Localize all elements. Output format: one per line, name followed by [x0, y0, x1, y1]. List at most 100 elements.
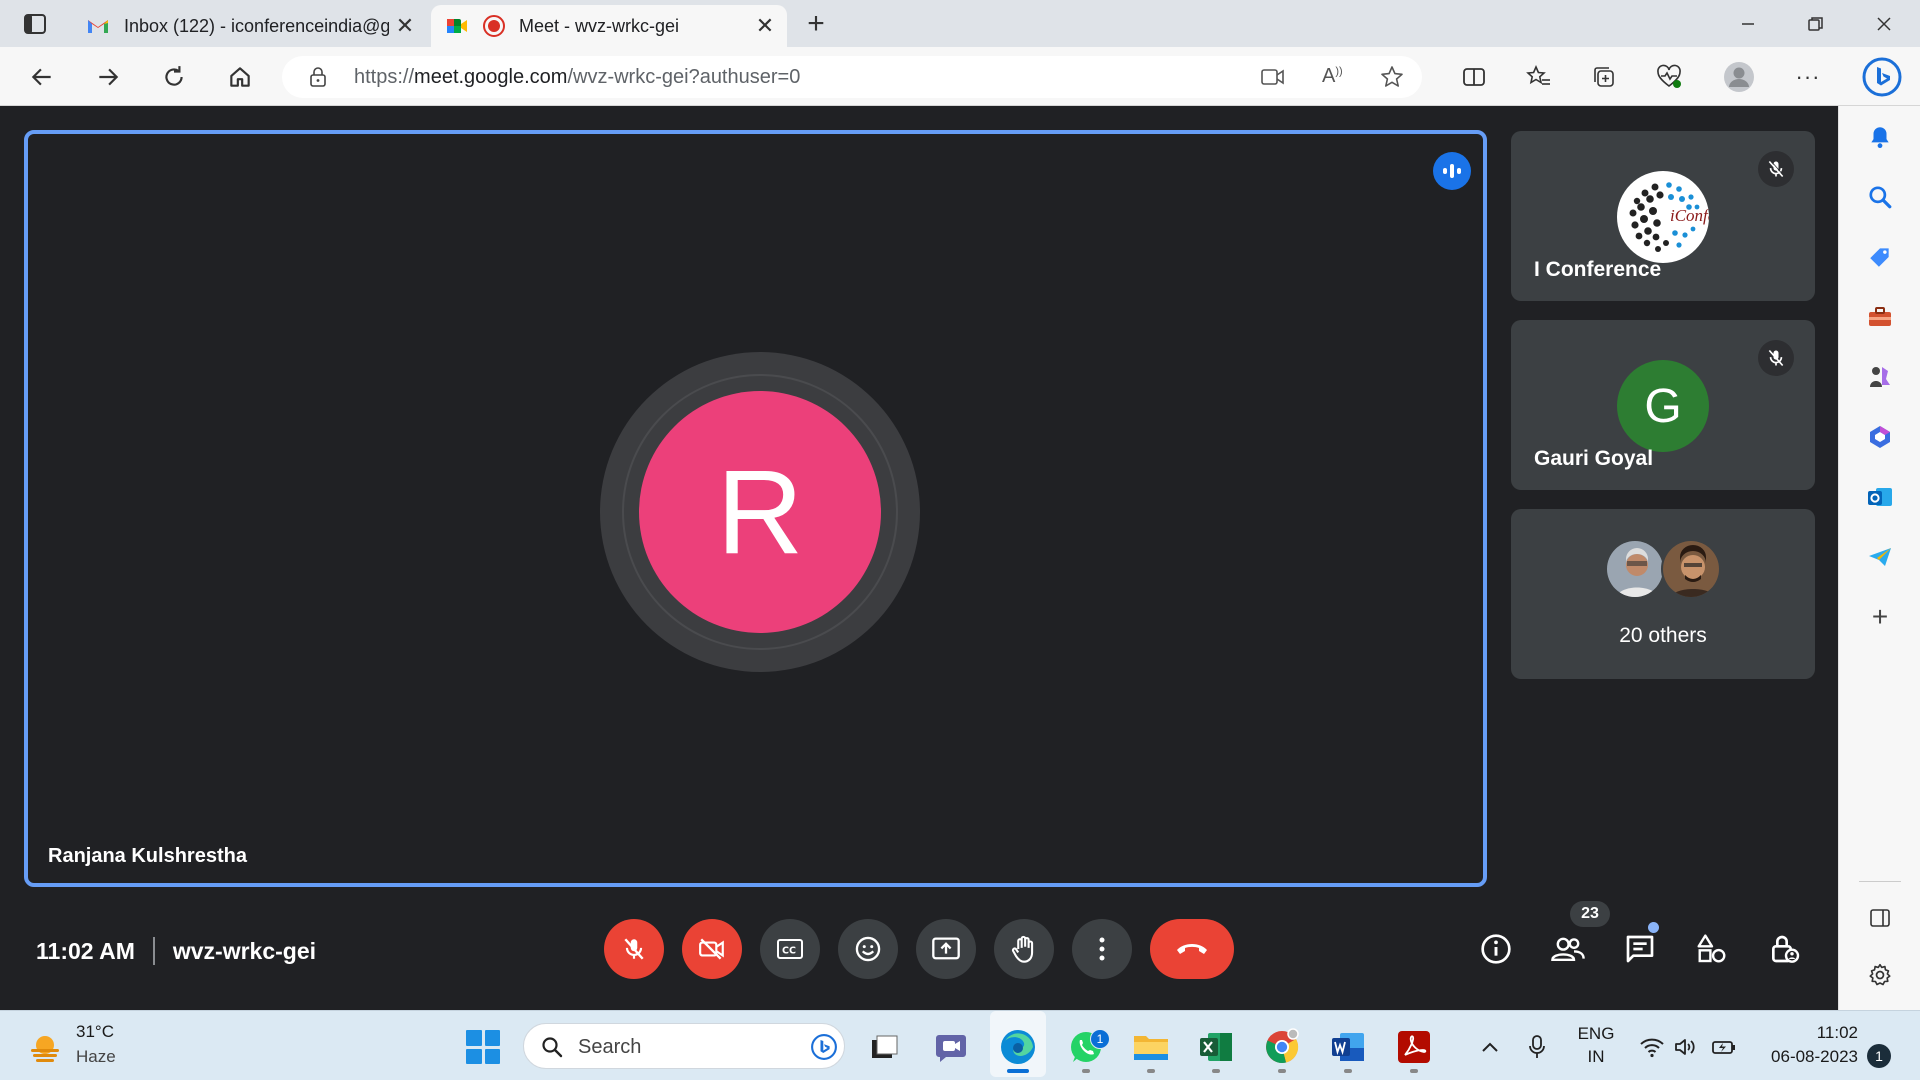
participant-name: Gauri Goyal: [1534, 447, 1654, 470]
participant-photo: [1661, 539, 1721, 599]
task-view-icon[interactable]: [864, 1027, 904, 1067]
outlook-icon[interactable]: [1863, 480, 1897, 514]
logo-text: iConfer: [1670, 206, 1709, 225]
microphone-toggle-button[interactable]: [604, 919, 664, 979]
excel-icon[interactable]: [1196, 1027, 1236, 1067]
more-options-button[interactable]: [1072, 919, 1132, 979]
tools-icon[interactable]: [1863, 300, 1897, 334]
more-options-icon[interactable]: ···: [1791, 60, 1825, 94]
reload-icon[interactable]: [157, 60, 191, 94]
favorites-icon[interactable]: [1522, 60, 1556, 94]
participant-photo: [1605, 539, 1665, 599]
edge-browser-icon[interactable]: [998, 1027, 1038, 1067]
taskbar-search[interactable]: Search: [523, 1023, 845, 1069]
tab-title: Inbox (122) - iconferenceindia@g: [124, 15, 389, 36]
tab-title: Meet - wvz-wrkc-gei: [519, 15, 680, 36]
language-indicator[interactable]: ENG: [1576, 1024, 1616, 1044]
browser-essentials-icon[interactable]: [1652, 60, 1686, 94]
close-tab-icon[interactable]: ✕: [749, 10, 781, 42]
participant-avatar: R: [639, 391, 881, 633]
weather-description[interactable]: Haze: [76, 1047, 116, 1067]
running-indicator: [1212, 1069, 1220, 1073]
microphone-icon[interactable]: [1520, 1027, 1554, 1067]
others-tile[interactable]: 20 others: [1511, 509, 1815, 679]
microsoft-365-icon[interactable]: [1863, 420, 1897, 454]
muted-mic-icon: [1758, 340, 1794, 376]
meeting-info: 11:02 AM wvz-wrkc-gei: [36, 937, 316, 965]
forward-icon[interactable]: [91, 60, 125, 94]
language-region[interactable]: IN: [1576, 1047, 1616, 1067]
volume-icon[interactable]: [1668, 1027, 1702, 1067]
present-screen-button[interactable]: [916, 919, 976, 979]
meeting-code: wvz-wrkc-gei: [172, 937, 317, 964]
show-hidden-icons-chevron-up-icon[interactable]: [1470, 1027, 1510, 1067]
running-indicator: [1147, 1069, 1155, 1073]
leave-call-button[interactable]: [1150, 919, 1234, 979]
start-button[interactable]: [466, 1030, 500, 1064]
search-icon[interactable]: [1863, 180, 1897, 214]
haze-weather-icon[interactable]: [28, 1031, 62, 1065]
close-window-icon[interactable]: [1854, 8, 1914, 40]
unread-chat-indicator: [1648, 922, 1659, 933]
participant-tile-gauri-goyal[interactable]: G Gauri Goyal: [1511, 320, 1815, 490]
clock-time[interactable]: 11:02: [1748, 1023, 1858, 1043]
browser-tabstrip: Inbox (122) - iconferenceindia@g ✕ Meet …: [0, 0, 1920, 47]
weather-temperature[interactable]: 31°C: [76, 1022, 114, 1042]
tab-meet[interactable]: Meet - wvz-wrkc-gei ✕: [431, 5, 787, 47]
meeting-details-button[interactable]: [1472, 925, 1520, 973]
bing-chat-icon[interactable]: [1862, 57, 1902, 97]
sidebar-settings-icon[interactable]: [1863, 958, 1897, 992]
shopping-tag-icon[interactable]: [1863, 240, 1897, 274]
back-icon[interactable]: [25, 60, 59, 94]
search-icon: [540, 1035, 564, 1064]
notification-bell-icon[interactable]: [1863, 120, 1897, 154]
captions-button[interactable]: CC: [760, 919, 820, 979]
collections-icon[interactable]: [1587, 60, 1621, 94]
running-indicator: [1082, 1069, 1090, 1073]
running-indicator: [1410, 1069, 1418, 1073]
activities-button[interactable]: [1688, 925, 1736, 973]
lock-icon[interactable]: [308, 66, 328, 93]
notification-count-badge[interactable]: 1: [1867, 1044, 1891, 1068]
file-explorer-icon[interactable]: [1131, 1027, 1171, 1067]
battery-charging-icon[interactable]: [1706, 1027, 1742, 1067]
host-controls-button[interactable]: [1760, 925, 1808, 973]
participant-name: I Conference: [1534, 258, 1662, 281]
raise-hand-button[interactable]: [994, 919, 1054, 979]
tab-gmail-inbox[interactable]: Inbox (122) - iconferenceindia@g ✕: [72, 5, 427, 47]
gmail-icon: [88, 20, 108, 33]
chat-button[interactable]: [1616, 925, 1664, 973]
favorite-star-icon[interactable]: [1380, 65, 1404, 94]
camera-toggle-button[interactable]: [682, 919, 742, 979]
split-screen-icon[interactable]: [1457, 60, 1491, 94]
telegram-send-icon[interactable]: [1863, 540, 1897, 574]
games-icon[interactable]: [1863, 360, 1897, 394]
read-aloud-icon[interactable]: A)): [1322, 65, 1343, 88]
tab-actions-icon[interactable]: [22, 11, 48, 37]
people-button[interactable]: [1544, 925, 1592, 973]
camera-permission-icon[interactable]: [1260, 66, 1286, 93]
reactions-button[interactable]: [838, 919, 898, 979]
add-app-icon[interactable]: +: [1863, 600, 1897, 634]
search-placeholder: Search: [578, 1036, 642, 1058]
running-indicator: [1278, 1069, 1286, 1073]
profile-avatar[interactable]: [1722, 60, 1756, 94]
close-tab-icon[interactable]: ✕: [389, 10, 421, 42]
participant-tile-i-conference[interactable]: iConfer I Conference: [1511, 131, 1815, 301]
restore-icon[interactable]: [1786, 8, 1846, 40]
browser-toolbar: https://meet.google.com/wvz-wrkc-gei?aut…: [0, 47, 1920, 106]
edge-sidebar: +: [1838, 106, 1920, 1010]
new-tab-button[interactable]: +: [800, 9, 832, 41]
home-icon[interactable]: [223, 60, 257, 94]
chrome-icon[interactable]: [1262, 1027, 1302, 1067]
main-participant-tile[interactable]: R Ranjana Kulshrestha: [24, 130, 1487, 887]
clock-date[interactable]: 06-08-2023: [1748, 1047, 1858, 1067]
acrobat-reader-icon[interactable]: [1394, 1027, 1434, 1067]
word-icon[interactable]: [1328, 1027, 1368, 1067]
teams-chat-icon[interactable]: [931, 1027, 971, 1067]
wifi-icon[interactable]: [1634, 1027, 1670, 1067]
hide-sidebar-icon[interactable]: [1863, 901, 1897, 935]
minimize-icon[interactable]: [1718, 8, 1778, 40]
google-meet-icon: [447, 19, 467, 33]
address-bar[interactable]: https://meet.google.com/wvz-wrkc-gei?aut…: [282, 56, 1422, 98]
